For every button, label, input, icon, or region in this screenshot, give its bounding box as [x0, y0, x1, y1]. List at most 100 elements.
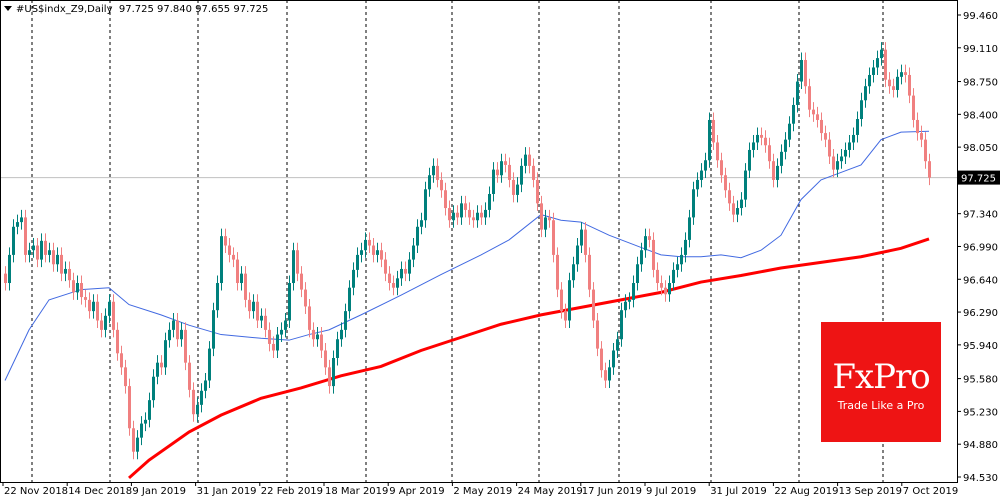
y-tick-label: 99.460	[963, 11, 998, 22]
candle-body	[580, 229, 583, 246]
candle-body	[180, 329, 183, 340]
candle-body	[904, 72, 907, 75]
candle-body	[528, 154, 531, 166]
candle-body	[160, 362, 163, 368]
x-tick-label: 17 Jun 2019	[582, 486, 642, 497]
candle-body	[72, 280, 75, 293]
current-price-label: 97.725	[961, 174, 996, 185]
candle-body	[592, 289, 595, 321]
candle-body	[796, 81, 799, 105]
candle-body	[312, 329, 315, 340]
candle-body	[56, 254, 59, 265]
candle-body	[224, 236, 227, 246]
x-tick-label: 9 Jul 2019	[646, 486, 696, 497]
candle-body	[868, 74, 871, 87]
candle-body	[36, 245, 39, 260]
y-tick-label: 96.290	[963, 308, 998, 319]
candle-body	[420, 220, 423, 227]
x-tick-label: 14 Dec 2018	[68, 486, 132, 497]
candle-body	[232, 254, 235, 260]
candle-body	[644, 236, 647, 251]
candle-body	[84, 297, 87, 300]
candle-body	[688, 217, 691, 240]
candle-body	[860, 100, 863, 120]
candle-body	[140, 423, 143, 438]
candle-body	[12, 226, 15, 255]
candle-body	[112, 301, 115, 330]
candle-body	[736, 208, 739, 215]
candle-body	[80, 283, 83, 298]
y-tick-label: 97.340	[963, 210, 998, 221]
x-tick-label: 31 Jan 2019	[197, 486, 257, 497]
candle-body	[128, 386, 131, 429]
candle-body	[272, 343, 275, 351]
candle-body	[912, 95, 915, 120]
candle-body	[676, 264, 679, 270]
candle-body	[48, 250, 51, 255]
candle-body	[292, 250, 295, 284]
candle-body	[240, 273, 243, 284]
candle-body	[516, 184, 519, 195]
candle-body	[724, 175, 727, 191]
candle-body	[476, 212, 479, 221]
candle-body	[200, 390, 203, 405]
candle-body	[440, 179, 443, 191]
y-tick-label: 96.990	[963, 242, 998, 253]
candle-body	[548, 217, 551, 221]
candle-body	[692, 189, 695, 218]
candle-body	[820, 119, 823, 134]
candle-body	[32, 245, 35, 251]
candle-body	[44, 240, 47, 255]
candle-body	[136, 437, 139, 452]
candle-body	[636, 264, 639, 284]
candle-body	[764, 137, 767, 146]
candle-body	[852, 134, 855, 143]
candle-body	[584, 229, 587, 255]
candle-body	[168, 329, 171, 341]
dropdown-triangle-icon[interactable]	[4, 6, 12, 11]
candle-body	[800, 59, 803, 82]
candle-body	[244, 273, 247, 300]
candle-body	[356, 254, 359, 270]
candle-body	[708, 119, 711, 161]
x-tick-label: 13 Sep 2019	[839, 486, 902, 497]
candle-body	[388, 273, 391, 284]
candle-body	[588, 254, 591, 290]
candle-body	[20, 217, 23, 223]
candle-body	[60, 254, 63, 274]
y-tick-label: 96.640	[963, 275, 998, 286]
candle-body	[248, 299, 251, 312]
candle-body	[152, 376, 155, 401]
candle-body	[524, 154, 527, 166]
candle-body	[656, 269, 659, 284]
logo-tagline: Trade Like a Pro	[837, 399, 925, 412]
candle-body	[496, 169, 499, 176]
candle-body	[216, 283, 219, 311]
candle-body	[188, 362, 191, 390]
candle-body	[184, 329, 187, 363]
candle-body	[752, 142, 755, 150]
candle-body	[756, 134, 759, 143]
candle-body	[268, 329, 271, 344]
candle-body	[336, 339, 339, 358]
candle-body	[504, 161, 507, 165]
y-tick-label: 98.400	[963, 110, 998, 121]
candle-body	[400, 268, 403, 279]
candle-body	[280, 329, 283, 335]
candle-body	[340, 329, 343, 340]
candle-body	[720, 160, 723, 176]
candle-body	[780, 151, 783, 166]
candle-body	[316, 334, 319, 340]
candle-body	[300, 273, 303, 290]
candle-body	[96, 301, 99, 321]
candle-body	[40, 240, 43, 260]
candle-body	[928, 161, 931, 178]
candle-body	[768, 145, 771, 162]
candle-body	[64, 268, 67, 274]
candle-body	[156, 362, 159, 377]
candle-body	[264, 315, 267, 330]
candle-body	[176, 320, 179, 340]
candle-body	[208, 348, 211, 381]
candle-body	[784, 139, 787, 152]
x-tick-label: 31 Jul 2019	[710, 486, 767, 497]
